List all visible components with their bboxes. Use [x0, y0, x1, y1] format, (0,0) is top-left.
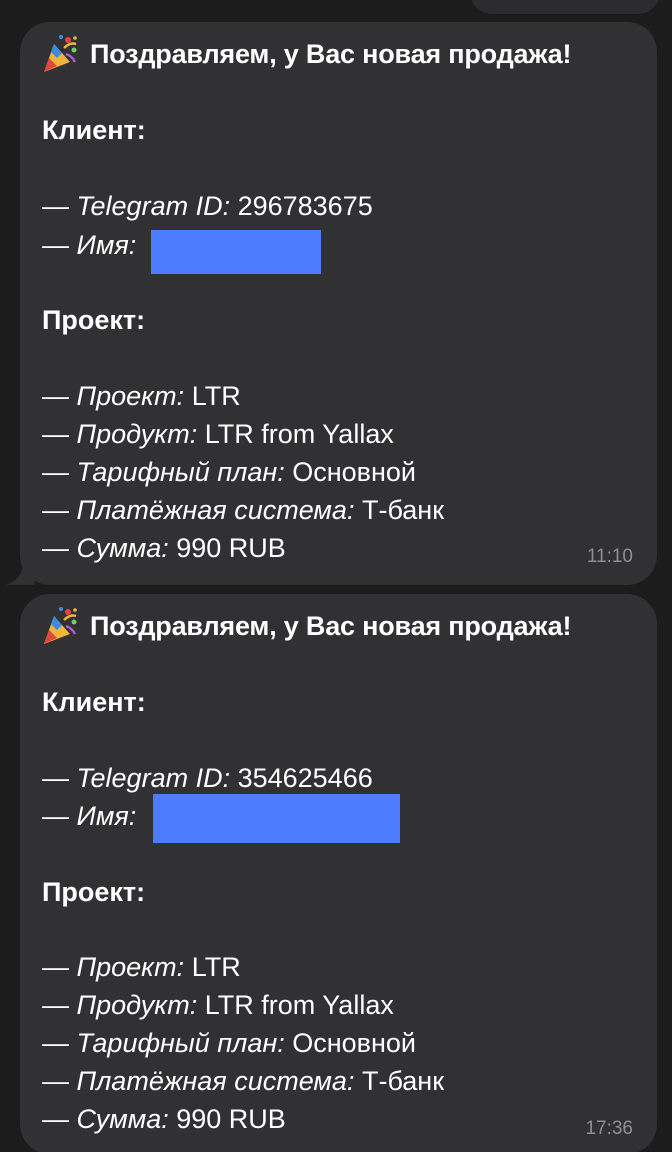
- previous-message-bubble[interactable]: [470, 0, 660, 14]
- payment-label: Платёжная система:: [76, 495, 355, 525]
- product-label: Продукт:: [76, 990, 198, 1020]
- name-label: Имя:: [76, 230, 137, 260]
- payment-value: Т-банк: [354, 1066, 445, 1096]
- project-label: Проект:: [76, 952, 185, 982]
- project-value: LTR: [184, 952, 241, 982]
- project-value: LTR: [184, 381, 241, 411]
- dash: —: [42, 1066, 77, 1096]
- telegram-id-label: Telegram ID:: [76, 763, 231, 793]
- project-label: Проект:: [76, 381, 185, 411]
- product-row: — Продукт: LTR from Yallax: [42, 416, 394, 453]
- message-bubble[interactable]: Поздравляем, у Вас новая продажа! Клиент…: [20, 22, 657, 585]
- project-section-title: Проект:: [42, 305, 146, 335]
- message-header: Поздравляем, у Вас новая продажа!: [42, 34, 571, 74]
- telegram-id-value[interactable]: 296783675: [230, 191, 373, 221]
- project-section-title: Проект:: [42, 877, 146, 907]
- dash: —: [42, 763, 77, 793]
- name-label: Имя:: [76, 801, 137, 831]
- plan-row: — Тарифный план: Основной: [42, 454, 416, 491]
- chat-view: Поздравляем, у Вас новая продажа! Клиент…: [0, 0, 672, 1152]
- party-popper-icon: [42, 606, 78, 646]
- name-row: — Имя:: [42, 798, 136, 835]
- payment-row: — Платёжная система: Т-банк: [42, 492, 444, 529]
- dash: —: [42, 495, 77, 525]
- party-popper-icon: [42, 34, 78, 74]
- telegram-id-row: — Telegram ID: 354625466: [42, 760, 373, 797]
- project-row: — Проект: LTR: [42, 378, 241, 415]
- payment-row: — Платёжная система: Т-банк: [42, 1063, 444, 1100]
- product-label: Продукт:: [76, 419, 198, 449]
- telegram-id-label: Telegram ID:: [76, 191, 231, 221]
- payment-label: Платёжная система:: [76, 1066, 355, 1096]
- dash: —: [42, 457, 77, 487]
- redacted-name-block: [153, 794, 400, 843]
- dash: —: [42, 533, 77, 563]
- sum-row: — Сумма: 990 RUB: [42, 530, 286, 567]
- message-time: 17:36: [585, 1118, 633, 1139]
- client-section-title: Клиент:: [42, 687, 146, 717]
- sum-value: 990 RUB: [168, 1104, 286, 1134]
- sum-value: 990 RUB: [168, 533, 286, 563]
- plan-value: Основной: [284, 1028, 417, 1058]
- plan-label: Тарифный план:: [76, 457, 285, 487]
- telegram-id-value[interactable]: 354625466: [230, 763, 373, 793]
- dash: —: [42, 230, 77, 260]
- telegram-id-row: — Telegram ID: 296783675: [42, 188, 373, 225]
- dash: —: [42, 801, 77, 831]
- message-time: 11:10: [586, 546, 633, 567]
- message-bubble[interactable]: Поздравляем, у Вас новая продажа! Клиент…: [20, 594, 657, 1152]
- dash: —: [42, 1104, 77, 1134]
- header-text: Поздравляем, у Вас новая продажа!: [90, 38, 572, 69]
- sum-row: — Сумма: 990 RUB: [42, 1101, 286, 1138]
- plan-row: — Тарифный план: Основной: [42, 1025, 416, 1062]
- payment-value: Т-банк: [354, 495, 445, 525]
- product-value: LTR from Yallax: [197, 990, 394, 1020]
- dash: —: [42, 381, 77, 411]
- redacted-name-block: [151, 230, 321, 274]
- dash: —: [42, 952, 77, 982]
- name-row: — Имя:: [42, 227, 136, 264]
- project-row: — Проект: LTR: [42, 949, 241, 986]
- sum-label: Сумма:: [76, 1104, 169, 1134]
- plan-label: Тарифный план:: [76, 1028, 285, 1058]
- dash: —: [42, 1028, 77, 1058]
- dash: —: [42, 191, 77, 221]
- product-value: LTR from Yallax: [197, 419, 394, 449]
- header-text: Поздравляем, у Вас новая продажа!: [90, 610, 572, 641]
- product-row: — Продукт: LTR from Yallax: [42, 987, 394, 1024]
- dash: —: [42, 419, 77, 449]
- plan-value: Основной: [284, 457, 417, 487]
- client-section-title: Клиент:: [42, 115, 146, 145]
- dash: —: [42, 990, 77, 1020]
- sum-label: Сумма:: [76, 533, 169, 563]
- message-header: Поздравляем, у Вас новая продажа!: [42, 606, 571, 646]
